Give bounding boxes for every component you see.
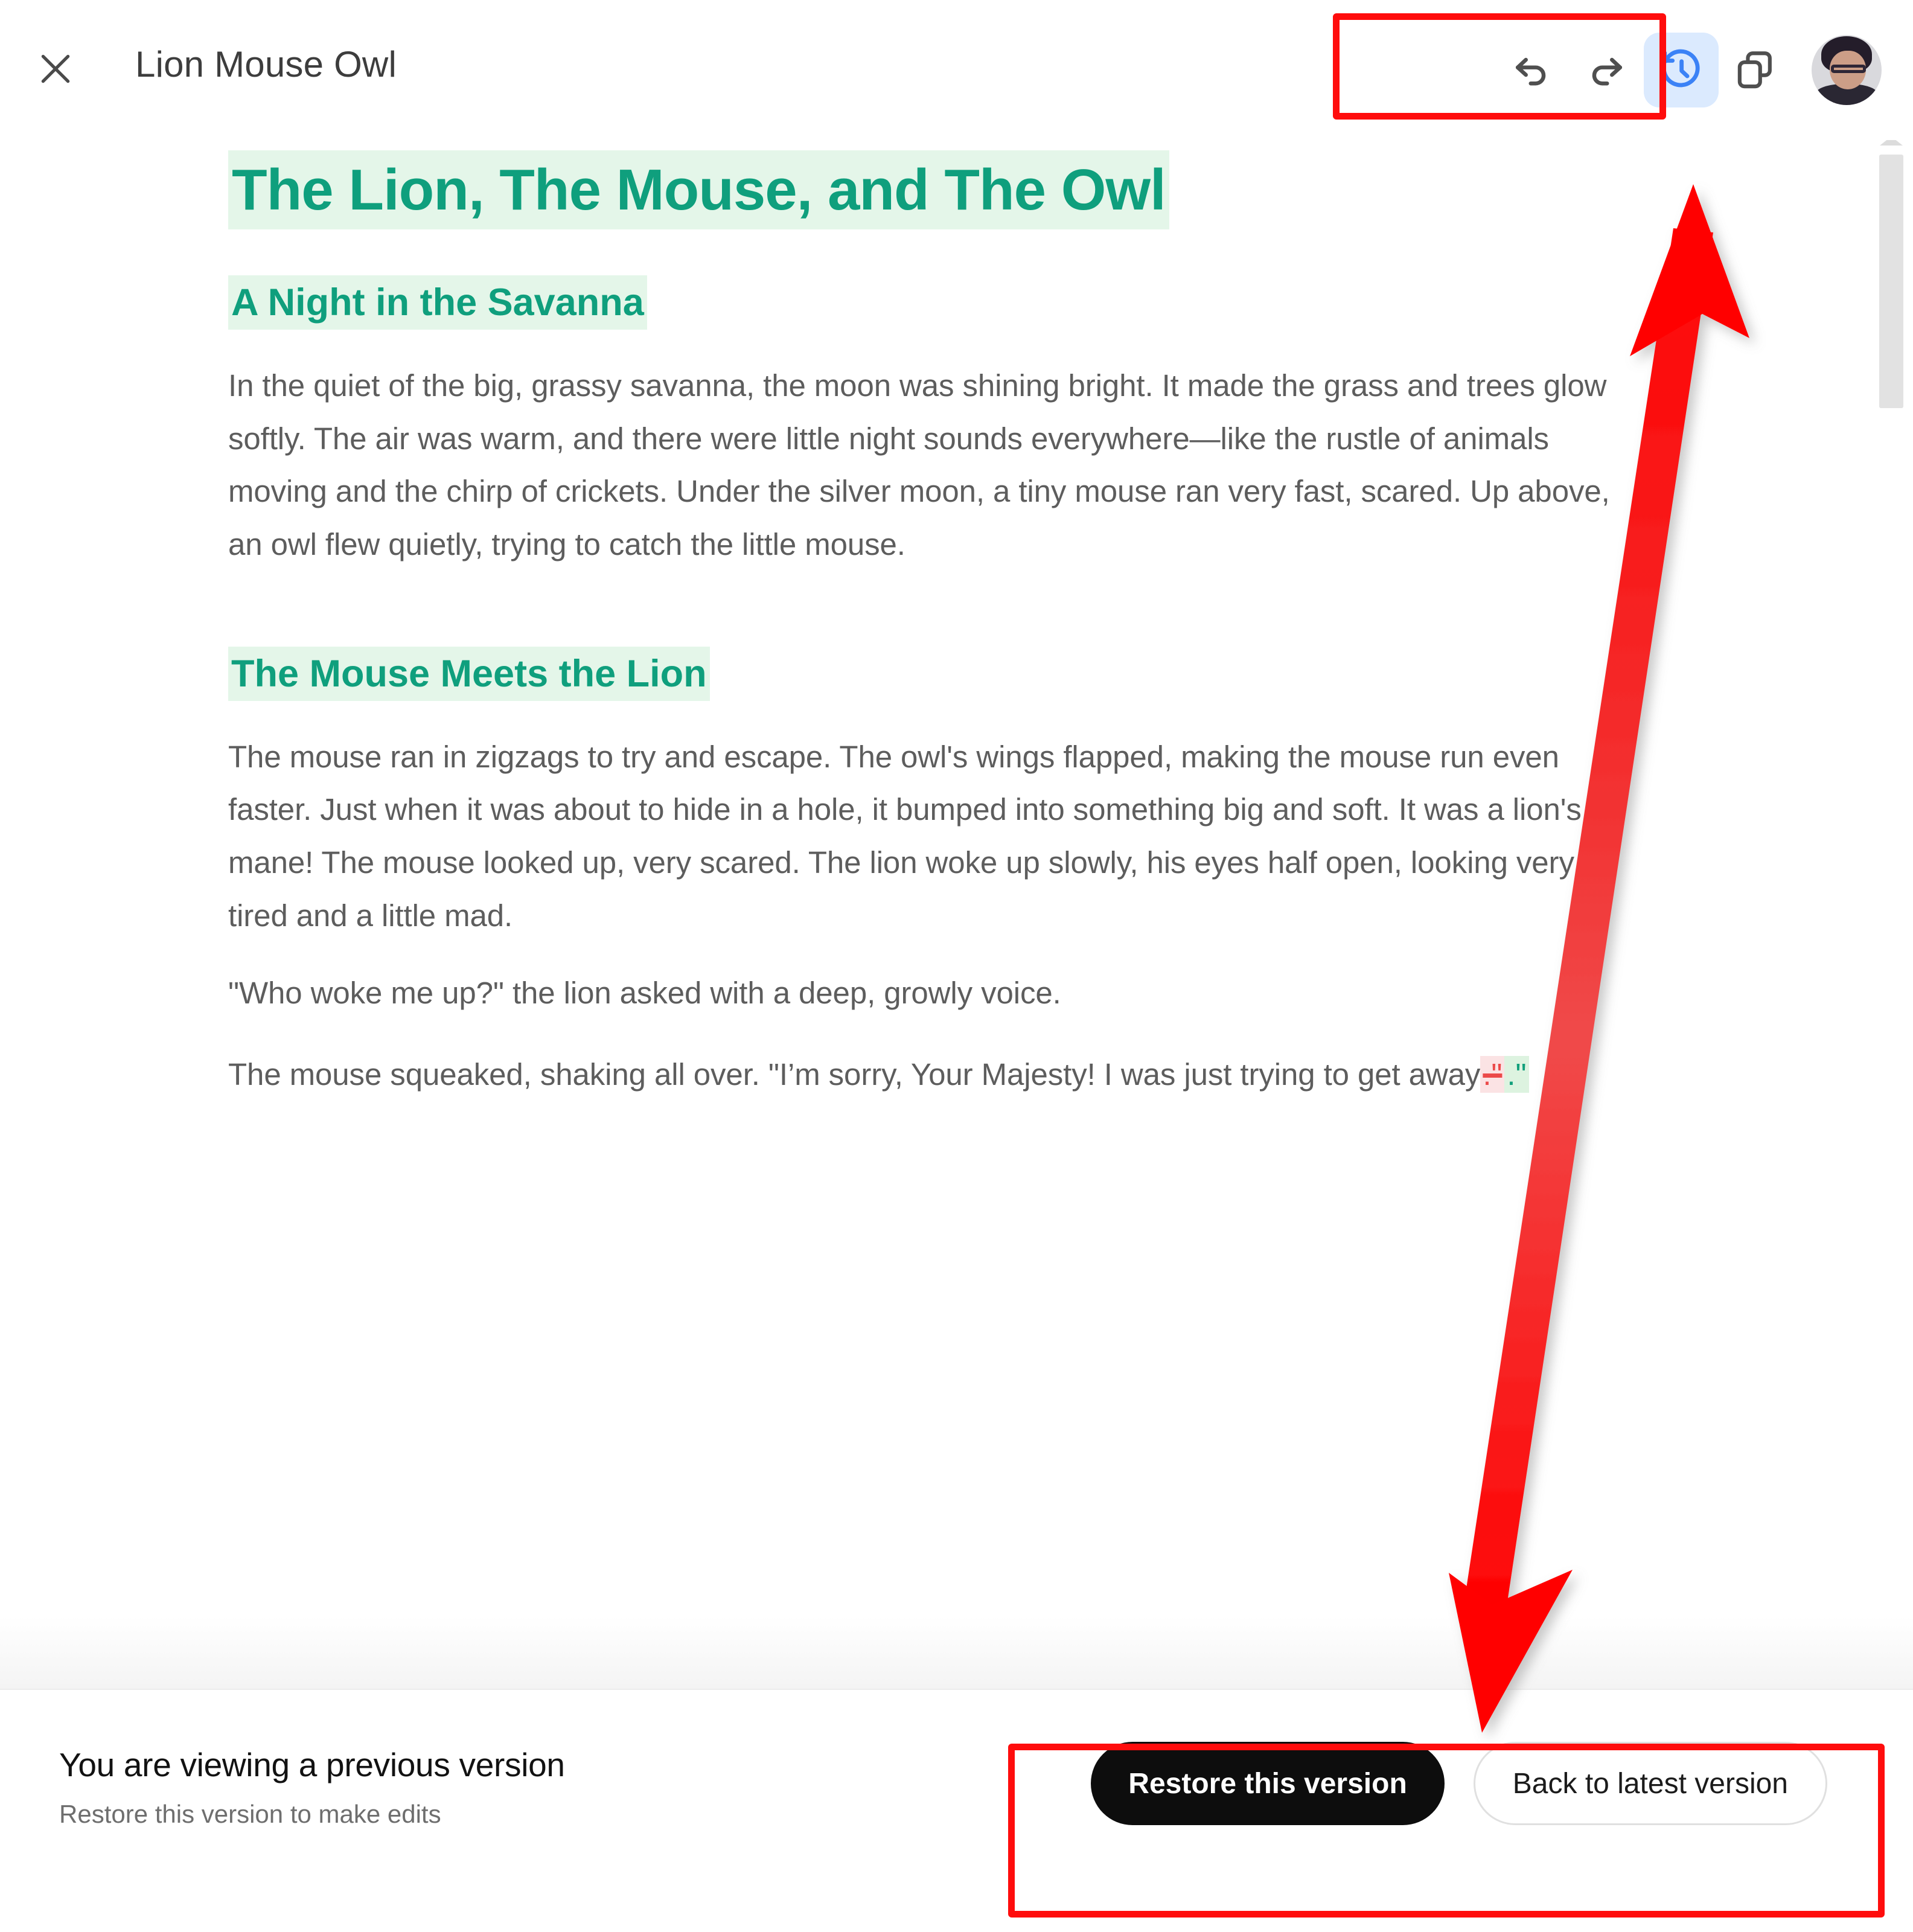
avatar[interactable] (1812, 35, 1882, 105)
section-2-paragraph-3-with-diff: The mouse squeaked, shaking all over. "I… (228, 1048, 1629, 1101)
section-1-paragraph-1: In the quiet of the big, grassy savanna,… (228, 368, 1610, 562)
history-clock-icon (1658, 46, 1705, 94)
section-heading-savanna: A Night in the Savanna (228, 275, 647, 330)
avatar-glasses (1831, 64, 1867, 73)
app-root: Lion Mouse Owl The Lion, The Mouse, and … (0, 0, 1913, 1932)
copy-icon (1734, 48, 1778, 92)
version-banner-title: You are viewing a previous version (59, 1746, 565, 1783)
restore-this-version-button[interactable]: Restore this version (1091, 1742, 1445, 1825)
section-2-paragraph-2: "Who woke me up?" the lion asked with a … (228, 975, 1061, 1010)
diff-context-text: The mouse squeaked, shaking all over. "I… (228, 1057, 1481, 1092)
diff-deleted-text: ." (1480, 1056, 1505, 1093)
version-banner: You are viewing a previous version Resto… (0, 1689, 1913, 1932)
diff-inserted-text: ." (1504, 1056, 1529, 1093)
top-toolbar: Lion Mouse Owl (0, 0, 1913, 140)
version-banner-actions: Restore this version Back to latest vers… (1091, 1742, 1827, 1825)
section-1-heading-wrap: A Night in the Savanna (228, 275, 1629, 330)
content-fade-overlay (0, 1616, 1913, 1689)
version-history-button[interactable] (1644, 33, 1719, 107)
copy-button[interactable] (1719, 33, 1793, 107)
section-heading-mouse-meets-lion: The Mouse Meets the Lion (228, 646, 710, 701)
scrollbar[interactable] (1879, 136, 1903, 1689)
close-icon (36, 49, 75, 89)
document-title: Lion Mouse Owl (135, 44, 397, 85)
document-content: The Lion, The Mouse, and The Owl A Night… (228, 140, 1629, 1125)
section-2-paragraph-1: The mouse ran in zigzags to try and esca… (228, 739, 1582, 933)
page-title: The Lion, The Mouse, and The Owl (228, 150, 1169, 229)
document-scroll-area[interactable]: The Lion, The Mouse, and The Owl A Night… (0, 140, 1913, 1689)
section-2-heading-wrap: The Mouse Meets the Lion (228, 646, 1629, 701)
redo-icon (1584, 48, 1629, 92)
vertical-scroll-thumb[interactable] (1879, 155, 1903, 408)
document-h1-wrap: The Lion, The Mouse, and The Owl (228, 150, 1629, 229)
back-to-latest-version-button[interactable]: Back to latest version (1473, 1742, 1827, 1825)
version-banner-text: You are viewing a previous version Resto… (59, 1745, 565, 1829)
undo-button[interactable] (1494, 33, 1569, 107)
close-button[interactable] (34, 47, 77, 91)
version-banner-subtitle: Restore this version to make edits (59, 1800, 441, 1828)
undo-icon (1509, 48, 1554, 92)
redo-button[interactable] (1569, 33, 1644, 107)
toolbar-actions (1494, 0, 1913, 140)
